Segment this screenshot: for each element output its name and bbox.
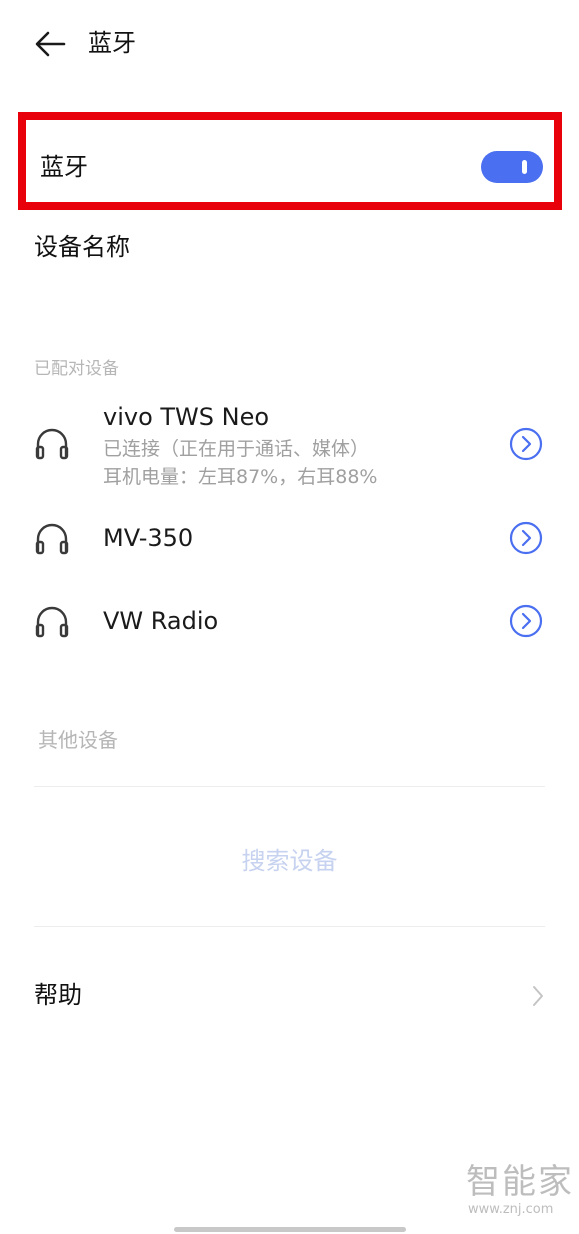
help-label: 帮助 (34, 981, 82, 1009)
device-battery: 耳机电量：左耳87%，右耳88% (103, 466, 378, 488)
device-name-label: 设备名称 (34, 233, 130, 261)
help-row[interactable]: 帮助 (0, 970, 579, 1020)
divider (34, 926, 545, 927)
chevron-right-icon (533, 986, 543, 1006)
divider (34, 786, 545, 787)
watermark-logo: 智能家 (466, 1162, 574, 1202)
back-button[interactable] (30, 26, 70, 62)
bluetooth-toggle-row[interactable]: 蓝牙 (18, 112, 562, 210)
device-status: 已连接（正在用于通话、媒体） (103, 438, 370, 460)
bluetooth-switch[interactable] (481, 151, 543, 183)
device-name-row[interactable]: 设备名称 (0, 222, 579, 274)
paired-devices-header: 已配对设备 (34, 359, 119, 379)
arrow-left-icon (35, 31, 66, 57)
search-devices-button[interactable]: 搜索设备 (0, 836, 579, 886)
watermark: 智能家 www.znj.com (466, 1162, 574, 1218)
paired-device-row[interactable]: VW Radio (0, 598, 579, 648)
page-title: 蓝牙 (88, 29, 136, 57)
chevron-right-circle-icon[interactable] (509, 521, 543, 555)
headphones-icon (35, 523, 69, 555)
headphones-icon (35, 428, 69, 460)
paired-device-row[interactable]: vivo TWS Neo 已连接（正在用于通话、媒体） 耳机电量：左耳87%，右… (0, 398, 579, 498)
paired-device-row[interactable]: MV-350 (0, 515, 579, 565)
device-name: vivo TWS Neo (103, 403, 270, 431)
other-devices-header: 其他设备 (38, 728, 118, 752)
bluetooth-settings-page: 蓝牙 蓝牙 设备名称 已配对设备 vivo TWS Neo 已连接（正在用于通话… (0, 0, 579, 1234)
chevron-right-circle-icon[interactable] (509, 604, 543, 638)
header: 蓝牙 (0, 0, 579, 90)
switch-knob (522, 160, 527, 174)
device-name: MV-350 (103, 524, 194, 552)
bluetooth-label: 蓝牙 (40, 153, 88, 181)
home-indicator[interactable] (174, 1227, 406, 1232)
device-name: VW Radio (103, 607, 219, 635)
headphones-icon (35, 606, 69, 638)
watermark-url: www.znj.com (468, 1202, 554, 1217)
chevron-right-circle-icon[interactable] (509, 427, 543, 461)
